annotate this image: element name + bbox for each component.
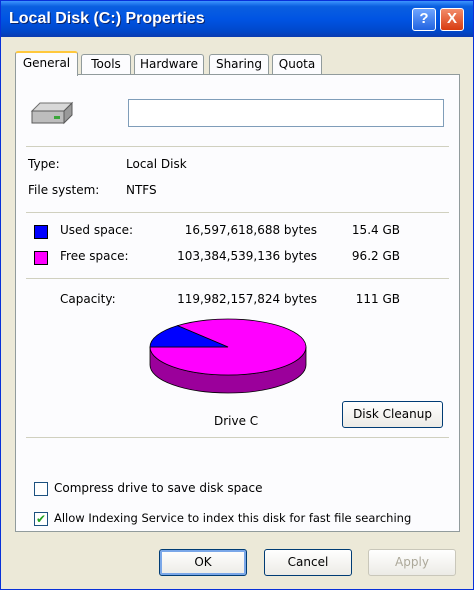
ok-button[interactable]: OK	[159, 549, 247, 576]
tab-tools[interactable]: Tools	[81, 54, 131, 74]
checkmark-icon: ✔	[35, 512, 47, 526]
divider	[26, 146, 449, 147]
capacity-gb: 111 GB	[355, 292, 400, 306]
general-panel: Type: Local Disk File system: NTFS Used …	[15, 74, 460, 532]
type-label: Type:	[28, 157, 60, 171]
file-system-label: File system:	[28, 183, 100, 197]
window-title: Local Disk (C:) Properties	[9, 10, 205, 27]
type-value: Local Disk	[126, 157, 187, 171]
tab-general[interactable]: General	[15, 51, 78, 76]
drive-name-input[interactable]	[128, 99, 444, 127]
divider	[26, 437, 449, 438]
disk-cleanup-button[interactable]: Disk Cleanup	[342, 401, 443, 428]
tab-sharing[interactable]: Sharing	[209, 54, 269, 74]
free-space-gb: 96.2 GB	[351, 249, 400, 263]
title-bar[interactable]: Local Disk (C:) Properties ? X	[1, 1, 473, 37]
indexing-checkbox[interactable]: ✔	[34, 512, 48, 526]
divider	[26, 212, 449, 213]
divider	[26, 278, 449, 279]
free-space-bytes: 103,384,539,136 bytes	[177, 249, 317, 263]
tab-quota[interactable]: Quota	[272, 54, 322, 74]
properties-window: Local Disk (C:) Properties ? X General T…	[0, 0, 474, 590]
help-button[interactable]: ?	[412, 8, 436, 31]
compress-checkbox[interactable]	[34, 482, 48, 496]
hard-drive-icon	[30, 99, 74, 132]
compress-label: Compress drive to save disk space	[54, 481, 263, 495]
capacity-bytes: 119,982,157,824 bytes	[177, 292, 317, 306]
free-space-label: Free space:	[60, 249, 129, 263]
apply-button[interactable]: Apply	[368, 549, 456, 576]
cancel-button[interactable]: Cancel	[264, 549, 352, 576]
file-system-value: NTFS	[126, 183, 157, 197]
free-space-swatch	[34, 251, 48, 265]
used-space-gb: 15.4 GB	[351, 223, 400, 237]
capacity-label: Capacity:	[60, 292, 116, 306]
close-button[interactable]: X	[440, 8, 464, 31]
used-space-label: Used space:	[60, 223, 134, 237]
tab-hardware[interactable]: Hardware	[134, 54, 204, 74]
usage-pie-chart	[149, 318, 307, 394]
drive-label: Drive C	[214, 414, 259, 428]
indexing-label: Allow Indexing Service to index this dis…	[54, 511, 412, 525]
used-space-bytes: 16,597,618,688 bytes	[184, 223, 317, 237]
used-space-swatch	[34, 225, 48, 239]
